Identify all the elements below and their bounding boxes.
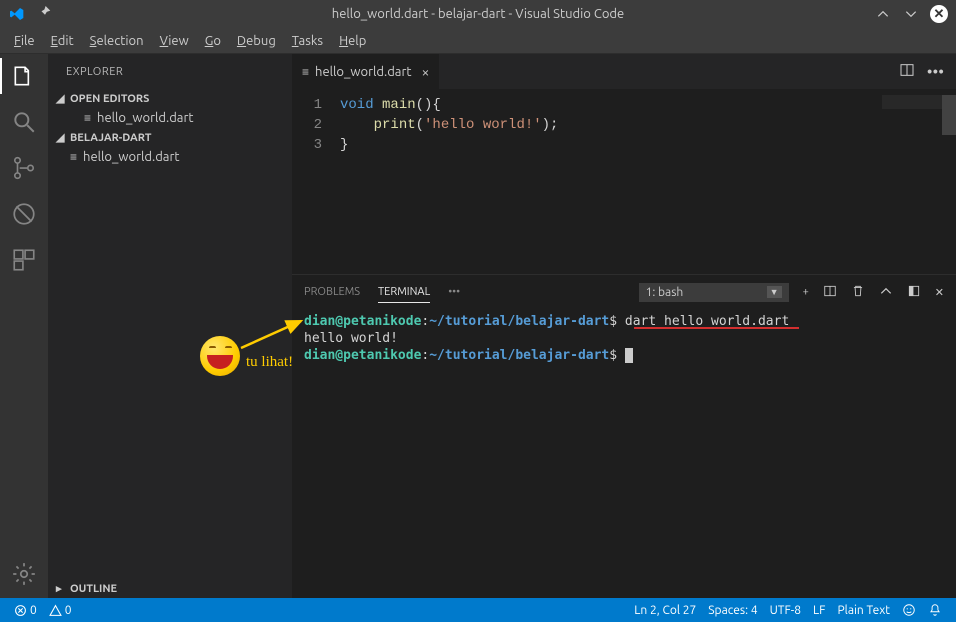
panel-tab-terminal[interactable]: TERMINAL	[378, 282, 430, 303]
error-count: 0	[30, 604, 37, 617]
activitybar	[0, 54, 48, 598]
panel-tab-problems[interactable]: PROBLEMS	[304, 282, 360, 302]
status-spaces[interactable]: Spaces: 4	[702, 603, 763, 617]
menu-tasks[interactable]: Tasks	[284, 31, 331, 51]
activity-extensions[interactable]	[10, 246, 38, 274]
sidebar-explorer: EXPLORER ◢ OPEN EDITORS ≡ hello_world.da…	[48, 54, 292, 598]
terminal-path: ~/tutorial/belajar-dart	[429, 348, 609, 363]
project-header[interactable]: ◢ BELAJAR-DART	[48, 128, 292, 147]
app-icon	[8, 6, 24, 22]
code-editor[interactable]: 1 2 3 void main(){ print('hello world!')…	[292, 89, 956, 274]
editor-tabs: ≡ hello_world.dart × •••	[292, 54, 956, 89]
close-panel-icon[interactable]: ✕	[935, 286, 944, 299]
window-titlebar: hello_world.dart - belajar-dart - Visual…	[0, 0, 956, 28]
keyword: void	[340, 97, 374, 113]
string-literal: 'hello world!'	[424, 117, 542, 133]
punctuation: (	[416, 117, 424, 133]
chevron-up-icon[interactable]	[879, 284, 893, 301]
panel-tab-more[interactable]: •••	[448, 282, 460, 302]
menubar: File Edit Selection View Go Debug Tasks …	[0, 28, 956, 54]
terminal-path: ~/tutorial/belajar-dart	[429, 314, 609, 329]
tab-label: hello_world.dart	[315, 65, 412, 79]
punctuation: }	[340, 137, 348, 153]
activity-search[interactable]	[10, 108, 38, 136]
status-warnings[interactable]: 0	[43, 604, 78, 617]
line-number: 1	[292, 95, 322, 115]
minimize-icon[interactable]	[874, 5, 892, 23]
scrollbar[interactable]	[942, 95, 956, 274]
terminal-selector[interactable]: 1: bash	[639, 283, 789, 302]
outline-header[interactable]: ▸ OUTLINE	[48, 579, 292, 598]
split-editor-icon[interactable]	[899, 62, 915, 82]
terminal[interactable]: dian@petanikode:~/tutorial/belajar-dart$…	[292, 309, 956, 598]
punctuation: (){	[416, 97, 441, 113]
more-icon[interactable]: •••	[927, 63, 944, 81]
menu-view[interactable]: View	[152, 31, 197, 51]
new-terminal-icon[interactable]: +	[803, 286, 809, 298]
menu-debug[interactable]: Debug	[229, 31, 284, 51]
file-label: hello_world.dart	[97, 111, 194, 125]
line-number: 2	[292, 115, 322, 135]
close-icon[interactable]: ✕	[930, 5, 948, 23]
trash-icon[interactable]	[851, 284, 865, 301]
panel-tabs: PROBLEMS TERMINAL ••• 1: bash + ✕	[292, 275, 956, 309]
function-name: print	[374, 117, 416, 133]
editor-area: ≡ hello_world.dart × ••• 1 2 3 void main…	[292, 54, 956, 598]
close-icon[interactable]: ×	[422, 64, 430, 80]
activity-scm[interactable]	[10, 154, 38, 182]
code-content[interactable]: void main(){ print('hello world!'); }	[340, 95, 956, 274]
chevron-down-icon: ◢	[56, 92, 66, 105]
chevron-right-icon: ▸	[56, 582, 66, 595]
project-label: BELAJAR-DART	[70, 132, 152, 144]
status-line-col[interactable]: Ln 2, Col 27	[628, 603, 702, 617]
status-feedback-icon[interactable]	[896, 603, 922, 617]
terminal-dollar: $	[609, 348, 617, 363]
line-gutter: 1 2 3	[292, 95, 340, 274]
menu-edit[interactable]: Edit	[43, 31, 82, 51]
activity-debug[interactable]	[10, 200, 38, 228]
status-errors[interactable]: 0	[8, 604, 43, 617]
open-editors-label: OPEN EDITORS	[70, 93, 149, 105]
terminal-user: dian@petanikode	[304, 348, 421, 363]
menu-file[interactable]: File	[6, 31, 43, 51]
punctuation: );	[542, 117, 559, 133]
terminal-user: dian@petanikode	[304, 314, 421, 329]
file-label: hello_world.dart	[83, 150, 180, 164]
minimap[interactable]	[882, 95, 942, 109]
statusbar: 0 0 Ln 2, Col 27 Spaces: 4 UTF-8 LF Plai…	[0, 598, 956, 622]
bottom-panel: PROBLEMS TERMINAL ••• 1: bash + ✕ dian@p…	[292, 274, 956, 598]
annotation-underline	[634, 327, 799, 329]
menu-go[interactable]: Go	[197, 31, 229, 51]
maximize-panel-icon[interactable]	[907, 284, 921, 301]
chevron-down-icon: ◢	[56, 131, 66, 144]
line-number: 3	[292, 135, 322, 155]
editor-tab-active[interactable]: ≡ hello_world.dart ×	[292, 54, 440, 89]
status-lang[interactable]: Plain Text	[831, 603, 896, 617]
terminal-dollar: $	[609, 314, 617, 329]
project-file[interactable]: ≡ hello_world.dart	[48, 147, 292, 167]
split-terminal-icon[interactable]	[823, 284, 837, 301]
activity-settings[interactable]	[10, 560, 38, 588]
window-title: hello_world.dart - belajar-dart - Visual…	[332, 7, 624, 21]
menu-help[interactable]: Help	[331, 31, 374, 51]
function-name: main	[382, 97, 416, 113]
outline-label: OUTLINE	[70, 583, 117, 595]
file-icon: ≡	[302, 65, 309, 79]
file-icon: ≡	[70, 150, 77, 164]
open-editors-header[interactable]: ◢ OPEN EDITORS	[48, 89, 292, 108]
status-encoding[interactable]: UTF-8	[764, 603, 807, 617]
warning-count: 0	[65, 604, 72, 617]
status-bell-icon[interactable]	[922, 603, 948, 617]
activity-explorer[interactable]	[10, 62, 38, 90]
status-eol[interactable]: LF	[807, 603, 831, 617]
pin-icon[interactable]	[38, 6, 52, 23]
terminal-output: hello world!	[304, 330, 944, 347]
file-icon: ≡	[84, 111, 91, 125]
terminal-cursor	[625, 348, 633, 363]
menu-selection[interactable]: Selection	[82, 31, 152, 51]
sidebar-title: EXPLORER	[48, 54, 292, 89]
open-editor-file[interactable]: ≡ hello_world.dart	[48, 108, 292, 128]
maximize-icon[interactable]	[902, 5, 920, 23]
